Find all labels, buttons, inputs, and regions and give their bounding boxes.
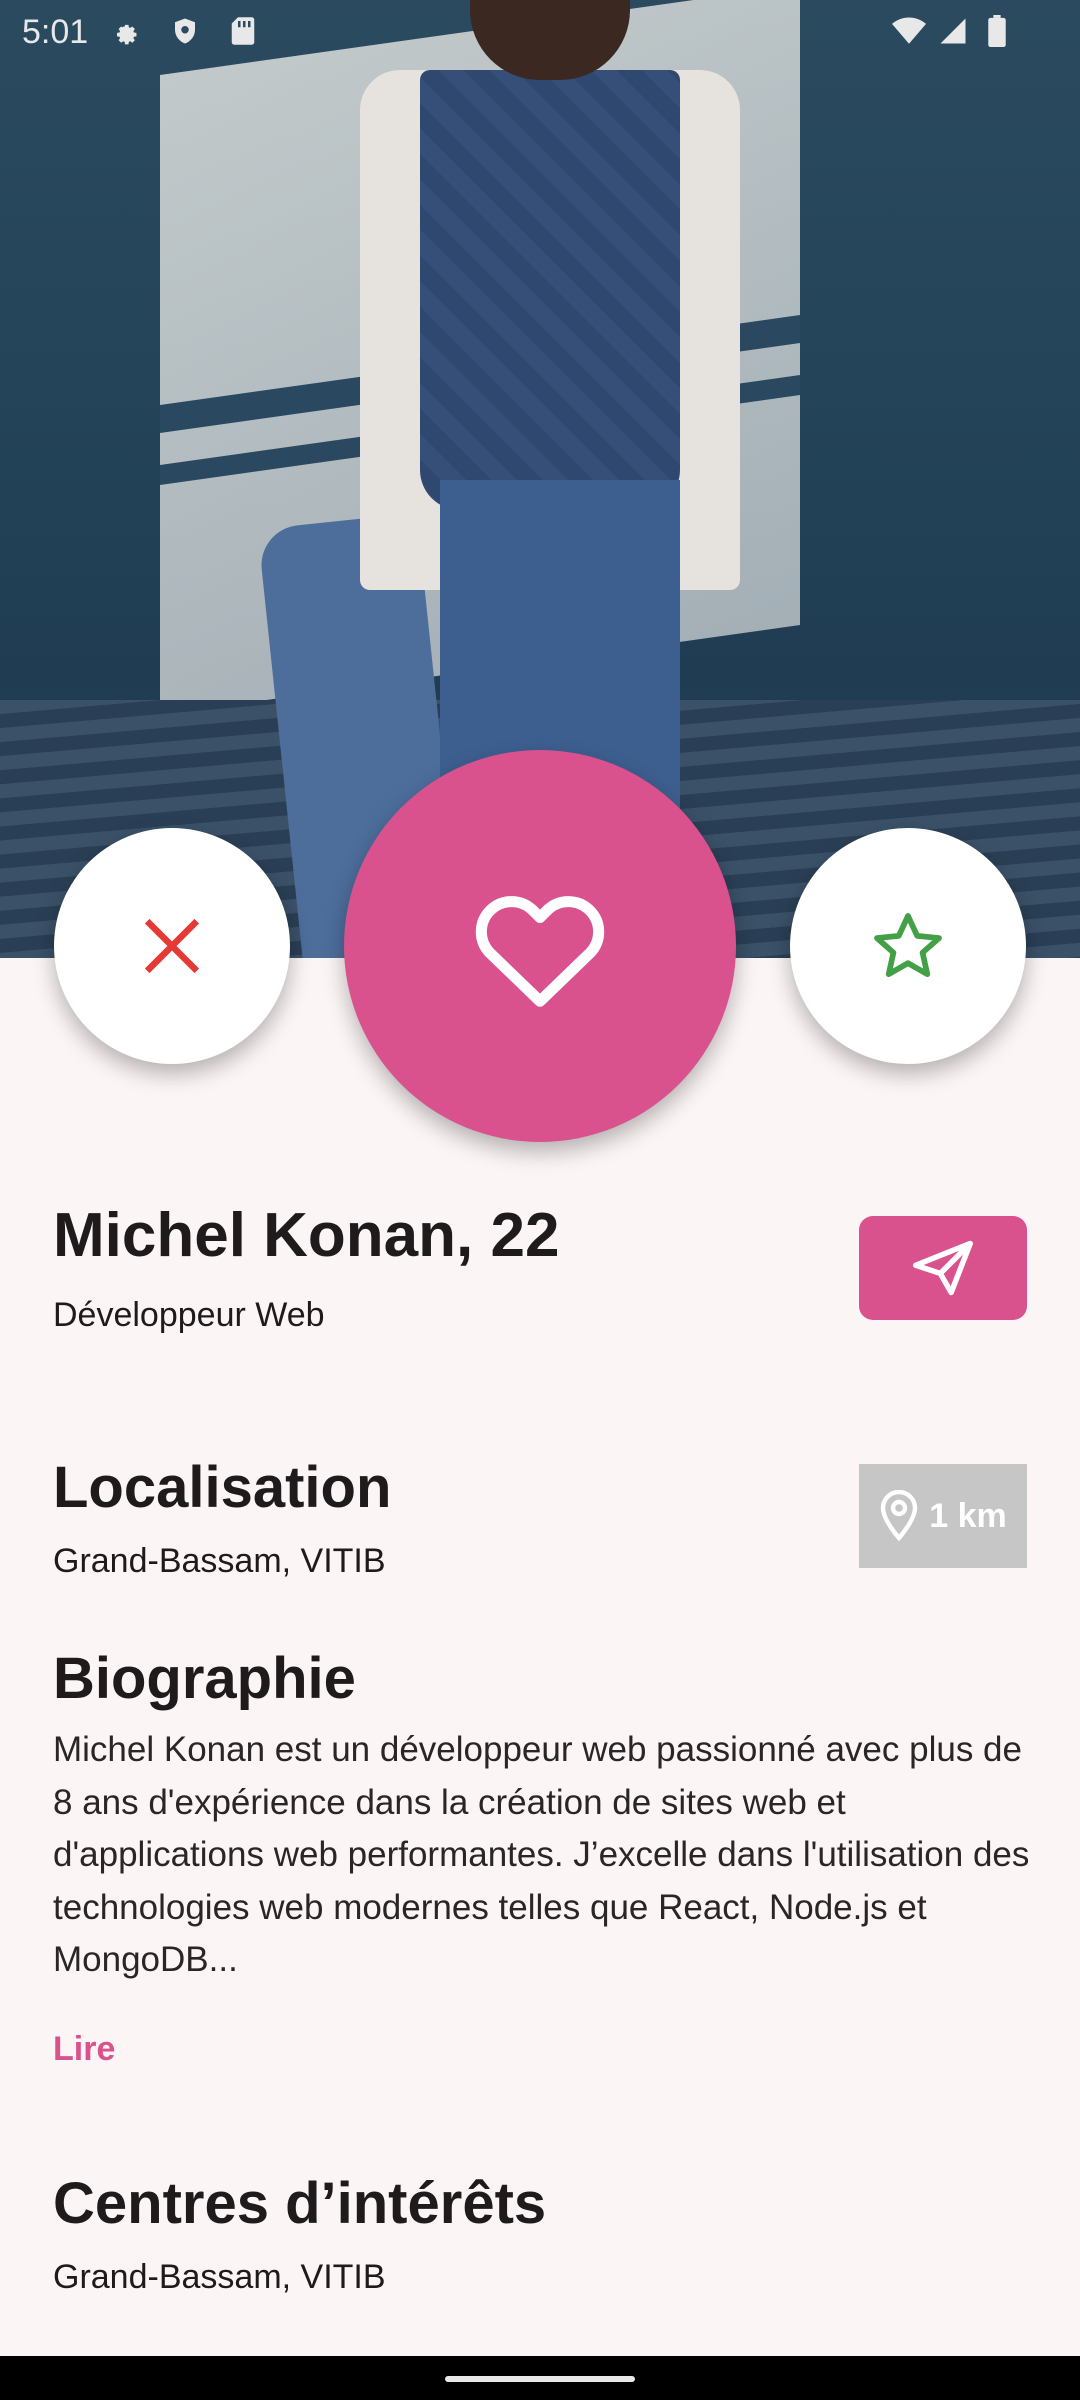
pass-button[interactable]: [54, 828, 290, 1064]
location-pin-icon: [881, 1490, 918, 1542]
biography-text: Michel Konan est un développeur web pass…: [53, 1730, 1030, 1979]
star-icon: [874, 913, 942, 978]
location-title: Localisation: [53, 1455, 392, 1520]
send-message-button[interactable]: [859, 1216, 1027, 1320]
distance-badge: 1 km: [859, 1464, 1027, 1568]
wifi-icon: [892, 14, 926, 48]
interests-value: Grand-Bassam, VITIB: [53, 2258, 386, 2296]
interests-title: Centres d’intérêts: [53, 2171, 547, 2236]
status-bar: 5:01: [0, 0, 1080, 62]
sd-card-icon: [226, 14, 260, 48]
location-place: Grand-Bassam, VITIB: [53, 1542, 386, 1580]
settings-icon: [108, 14, 142, 48]
like-button[interactable]: [344, 750, 736, 1142]
heart-icon: [475, 896, 605, 1007]
battery-icon: [980, 14, 1014, 48]
read-more-link[interactable]: Lire: [53, 2030, 115, 2069]
profile-job: Développeur Web: [53, 1296, 325, 1334]
system-nav-bar: [0, 2356, 1080, 2400]
biography-title: Biographie: [53, 1646, 356, 1711]
signal-icon: [936, 14, 970, 48]
profile-name: Michel Konan, 22: [53, 1201, 560, 1270]
close-icon: [144, 918, 200, 974]
home-gesture-handle[interactable]: [445, 2376, 635, 2382]
status-time: 5:01: [22, 13, 89, 51]
shield-icon: [168, 14, 202, 48]
super-like-button[interactable]: [790, 828, 1026, 1064]
distance-value: 1 km: [929, 1496, 1007, 1535]
send-icon: [913, 1240, 973, 1296]
